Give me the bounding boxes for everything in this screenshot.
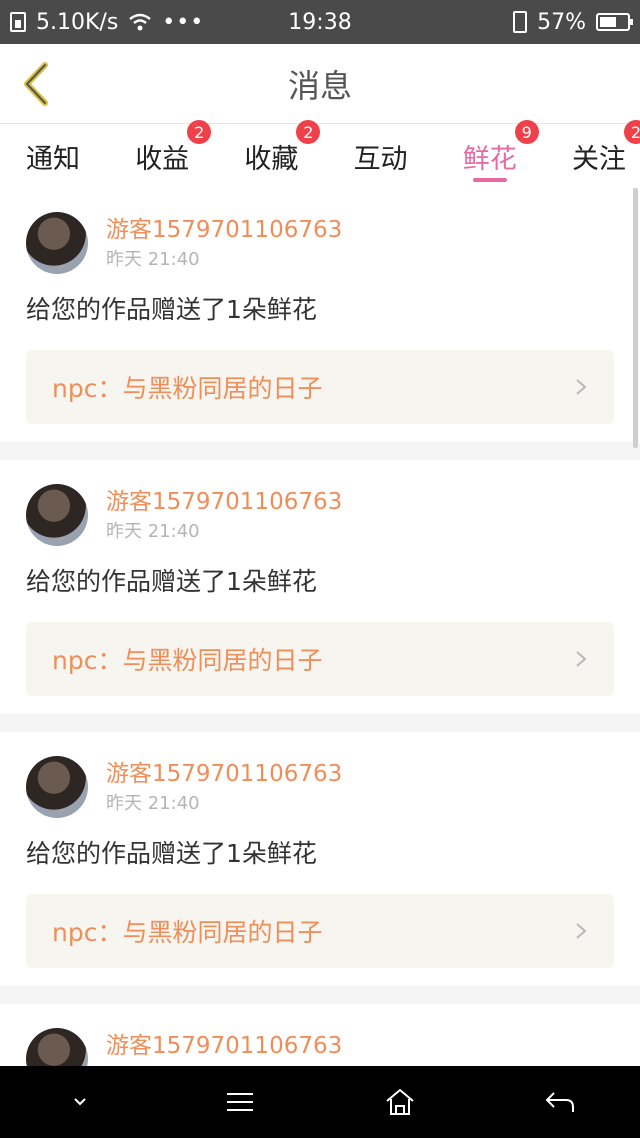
work-title: npc：与黑粉同居的日子 [52, 918, 323, 947]
hide-nav-button[interactable] [50, 1072, 110, 1132]
timestamp: 昨天 21:40 [106, 521, 200, 542]
work-link[interactable]: npc：与黑粉同居的日子 [26, 622, 614, 696]
work-link[interactable]: npc：与黑粉同居的日子 [26, 894, 614, 968]
wifi-icon [128, 12, 152, 32]
home-icon [386, 1088, 414, 1115]
avatar[interactable] [26, 212, 88, 274]
username[interactable]: 游客1579701106763 [106, 486, 342, 518]
battery-percent: 57% [537, 9, 586, 35]
list-item: 游客1579701106763 [0, 1004, 640, 1066]
tab-label: 互动 [353, 143, 408, 175]
avatar[interactable] [26, 484, 88, 546]
tab-label: 关注 [571, 143, 626, 175]
chevron-right-icon [576, 651, 587, 667]
chevron-down-icon [74, 1098, 86, 1106]
status-left: 5.10K/s ••• [10, 10, 204, 35]
tab-notice[interactable]: 通知 [22, 124, 84, 188]
back-nav-button[interactable] [530, 1072, 590, 1132]
unread-badge: 2 [623, 120, 640, 144]
sim-card-icon [10, 12, 26, 32]
home-button[interactable] [370, 1072, 430, 1132]
status-bar: 5.10K/s ••• 19:38 57% [0, 0, 640, 44]
message-text: 给您的作品赠送了1朵鲜花 [26, 567, 317, 596]
tab-label: 收藏 [244, 143, 299, 175]
active-tab-indicator [472, 178, 507, 182]
work-link[interactable]: npc：与黑粉同居的日子 [26, 350, 614, 424]
avatar[interactable] [26, 756, 88, 818]
scrollbar[interactable] [633, 188, 638, 448]
tab-label: 鲜花 [462, 143, 517, 175]
message-tabs: 通知 收益 2 收藏 2 互动 鲜花 9 关注 2 [0, 120, 640, 188]
menu-button[interactable] [210, 1072, 270, 1132]
unread-badge: 2 [296, 120, 321, 144]
timestamp: 昨天 21:40 [106, 793, 200, 814]
avatar[interactable] [26, 1028, 88, 1066]
work-title: npc：与黑粉同居的日子 [52, 374, 323, 403]
tab-flowers[interactable]: 鲜花 9 [459, 120, 539, 188]
tab-favorites[interactable]: 收藏 2 [240, 120, 321, 188]
chevron-right-icon [576, 379, 587, 395]
chevron-left-icon [24, 62, 48, 106]
username[interactable]: 游客1579701106763 [106, 758, 342, 790]
message-text: 给您的作品赠送了1朵鲜花 [26, 839, 317, 868]
menu-icon [227, 1093, 253, 1111]
tab-earnings[interactable]: 收益 2 [131, 120, 212, 188]
unread-badge: 2 [187, 120, 212, 144]
tab-label: 收益 [135, 143, 190, 175]
message-list[interactable]: 游客1579701106763 昨天 21:40 给您的作品赠送了1朵鲜花 np… [0, 188, 640, 1066]
page-title: 消息 [287, 66, 352, 105]
work-title: npc：与黑粉同居的日子 [52, 646, 323, 675]
more-dots-icon: ••• [162, 9, 205, 35]
tab-interaction[interactable]: 互动 [350, 124, 412, 188]
tab-follow[interactable]: 关注 2 [568, 120, 640, 188]
back-button[interactable] [14, 58, 58, 110]
back-arrow-icon [545, 1092, 574, 1112]
list-item: 游客1579701106763 昨天 21:40 给您的作品赠送了1朵鲜花 np… [0, 188, 640, 442]
list-item: 游客1579701106763 昨天 21:40 给您的作品赠送了1朵鲜花 np… [0, 460, 640, 714]
chevron-right-icon [576, 923, 587, 939]
battery-icon [596, 13, 633, 31]
phone-icon [513, 11, 528, 33]
list-item: 游客1579701106763 昨天 21:40 给您的作品赠送了1朵鲜花 np… [0, 732, 640, 986]
app-header: 消息 [0, 44, 640, 124]
message-text: 给您的作品赠送了1朵鲜花 [26, 295, 317, 324]
unread-badge: 9 [514, 120, 539, 144]
status-right: 57% [513, 9, 633, 35]
tab-label: 通知 [26, 143, 80, 175]
timestamp: 昨天 21:40 [106, 249, 200, 270]
system-nav-bar [0, 1066, 640, 1138]
network-speed: 5.10K/s [36, 9, 119, 35]
username[interactable]: 游客1579701106763 [106, 214, 342, 246]
username[interactable]: 游客1579701106763 [106, 1030, 342, 1062]
